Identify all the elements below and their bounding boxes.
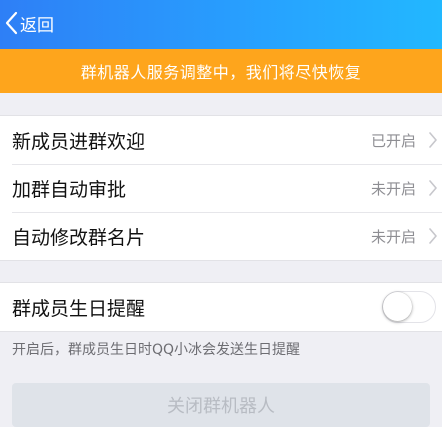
setting-row-birthday: 群成员生日提醒 [0, 283, 442, 331]
setting-status: 未开启 [370, 227, 416, 246]
setting-label: 自动修改群名片 [12, 226, 146, 249]
close-robot-button[interactable]: 关闭群机器人 [12, 383, 430, 427]
navigation-bar: 返回 [0, 0, 442, 49]
service-notice-banner: 群机器人服务调整中，我们将尽快恢复 [0, 49, 442, 93]
chevron-left-icon [5, 11, 18, 35]
chevron-right-icon [429, 180, 437, 196]
setting-status: 已开启 [370, 131, 416, 150]
close-robot-label: 关闭群机器人 [167, 396, 275, 417]
setting-status: 未开启 [370, 179, 416, 198]
birthday-reminder-toggle[interactable] [382, 291, 436, 323]
notice-text: 群机器人服务调整中，我们将尽快恢复 [80, 63, 362, 82]
setting-row-auto-approve[interactable]: 加群自动审批 未开启 [0, 164, 442, 212]
chevron-right-icon [429, 228, 437, 244]
toggle-knob [383, 292, 412, 321]
birthday-reminder-group: 群成员生日提醒 [0, 282, 442, 332]
setting-label: 新成员进群欢迎 [12, 130, 146, 153]
setting-row-auto-rename[interactable]: 自动修改群名片 未开启 [0, 212, 442, 260]
setting-row-welcome[interactable]: 新成员进群欢迎 已开启 [0, 116, 442, 164]
chevron-right-icon [429, 132, 437, 148]
birthday-hint-text: 开启后，群成员生日时QQ小冰会发送生日提醒 [12, 342, 301, 358]
setting-label: 加群自动审批 [12, 178, 127, 201]
robot-settings-group: 新成员进群欢迎 已开启 加群自动审批 未开启 自动修改群名片 未开启 [0, 115, 442, 261]
setting-label: 群成员生日提醒 [12, 297, 146, 320]
back-button[interactable]: 返回 [4, 8, 54, 38]
back-label: 返回 [20, 15, 54, 36]
